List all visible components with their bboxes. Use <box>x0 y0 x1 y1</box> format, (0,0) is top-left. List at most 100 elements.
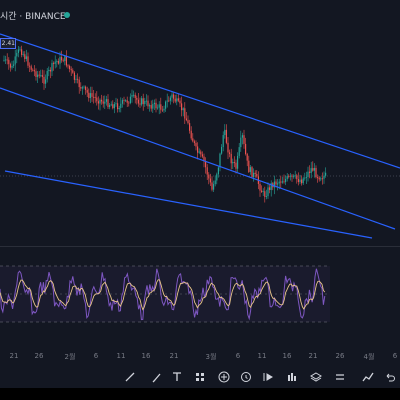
compare-icon[interactable] <box>332 369 348 385</box>
time-axis-label: 21 <box>169 352 179 360</box>
candle-body <box>296 175 298 180</box>
candle-body <box>243 135 245 144</box>
candle-body <box>128 102 130 104</box>
candle-body <box>310 168 312 173</box>
candle-body <box>115 103 117 105</box>
candle-body <box>197 146 199 153</box>
candle-body <box>38 74 40 76</box>
candle-body <box>205 161 207 168</box>
chart-type-icon[interactable] <box>360 369 376 385</box>
candle-body <box>78 79 80 88</box>
candle-body <box>141 98 143 105</box>
candle-body <box>21 49 23 55</box>
candle-body <box>80 87 82 89</box>
candle-body <box>123 100 125 101</box>
candle-body <box>261 190 263 192</box>
candle-body <box>251 167 253 177</box>
alert-icon[interactable] <box>238 369 254 385</box>
candle-body <box>97 101 99 104</box>
candle-body <box>89 93 91 99</box>
time-axis: 21 26 2월 6 11 16 21 3월 6 11 16 21 26 4월 6 <box>0 352 400 366</box>
candle-body <box>214 180 216 185</box>
candle-body <box>213 184 215 190</box>
candle-body <box>294 175 296 177</box>
candle-body <box>264 191 266 197</box>
candle-body <box>45 79 47 84</box>
candle-body <box>110 104 112 106</box>
drawing-toolbar <box>0 366 400 388</box>
candle-body <box>182 108 184 111</box>
text-icon[interactable] <box>169 369 185 385</box>
trend-line-icon[interactable] <box>122 369 138 385</box>
channel-upper-trendline[interactable] <box>0 33 400 169</box>
time-axis-label: 16 <box>282 352 292 360</box>
brush-icon[interactable] <box>149 369 165 385</box>
candle-body <box>136 97 138 100</box>
candle-body <box>230 153 232 164</box>
candle-body <box>19 49 21 51</box>
candle-body <box>221 146 223 154</box>
candle-body <box>304 177 306 179</box>
candle-body <box>145 100 147 102</box>
candle-body <box>163 108 165 111</box>
candle-body <box>57 60 59 64</box>
candle-body <box>237 155 239 169</box>
candle-body <box>224 129 226 136</box>
price-chart[interactable] <box>0 0 400 246</box>
candle-body <box>227 142 229 153</box>
chart-app: 시간 · BINANCE 2.41 21 26 2월 6 11 16 21 3월 6 11 16 21… <box>0 0 400 400</box>
support-trendline[interactable] <box>4 170 373 239</box>
candle-body <box>238 147 240 156</box>
candle-body <box>54 61 56 64</box>
replay-icon[interactable] <box>260 369 276 385</box>
bottom-bar <box>0 388 400 400</box>
candle-body <box>86 90 88 93</box>
candle-body <box>14 56 16 65</box>
candle-body <box>249 167 251 172</box>
candle-body <box>3 59 5 61</box>
candle-body <box>325 172 327 176</box>
candle-body <box>32 69 34 71</box>
time-axis-label: 6 <box>93 352 99 360</box>
candle-body <box>192 138 194 142</box>
time-axis-label: 4월 <box>363 353 375 361</box>
add-icon[interactable] <box>216 369 232 385</box>
candle-body <box>99 99 101 104</box>
candle-body <box>229 152 231 154</box>
layers-icon[interactable] <box>308 369 324 385</box>
candle-body <box>69 65 71 70</box>
indicators-icon[interactable] <box>284 369 300 385</box>
candle-body <box>248 160 250 172</box>
candle-body <box>102 101 104 104</box>
candle-body <box>9 64 11 68</box>
candle-body <box>81 87 83 89</box>
candle-body <box>149 105 151 107</box>
candle-body <box>232 161 234 164</box>
candle-body <box>302 178 304 184</box>
undo-icon[interactable] <box>382 369 398 385</box>
candle-body <box>241 135 243 138</box>
candle-body <box>181 103 183 111</box>
candle-body <box>152 104 154 109</box>
candle-body <box>49 69 51 72</box>
candle-body <box>254 172 256 174</box>
candle-body <box>323 175 325 179</box>
candle-body <box>120 103 122 108</box>
candle-body <box>209 178 211 183</box>
patterns-icon[interactable] <box>192 369 208 385</box>
candle-body <box>13 64 15 66</box>
candle-body <box>8 59 10 65</box>
candle-body <box>193 141 195 143</box>
candle-body <box>126 100 128 103</box>
channel-lower-trendline[interactable] <box>0 87 396 230</box>
candle-body <box>198 151 200 153</box>
candle-body <box>161 109 163 111</box>
candle-body <box>22 54 24 56</box>
candle-body <box>176 98 178 102</box>
candle-body <box>208 174 210 179</box>
candle-body <box>153 102 155 105</box>
candle-body <box>169 97 171 101</box>
candle-body <box>301 179 303 184</box>
candle-body <box>201 154 203 157</box>
rsi-pane[interactable] <box>0 247 400 352</box>
